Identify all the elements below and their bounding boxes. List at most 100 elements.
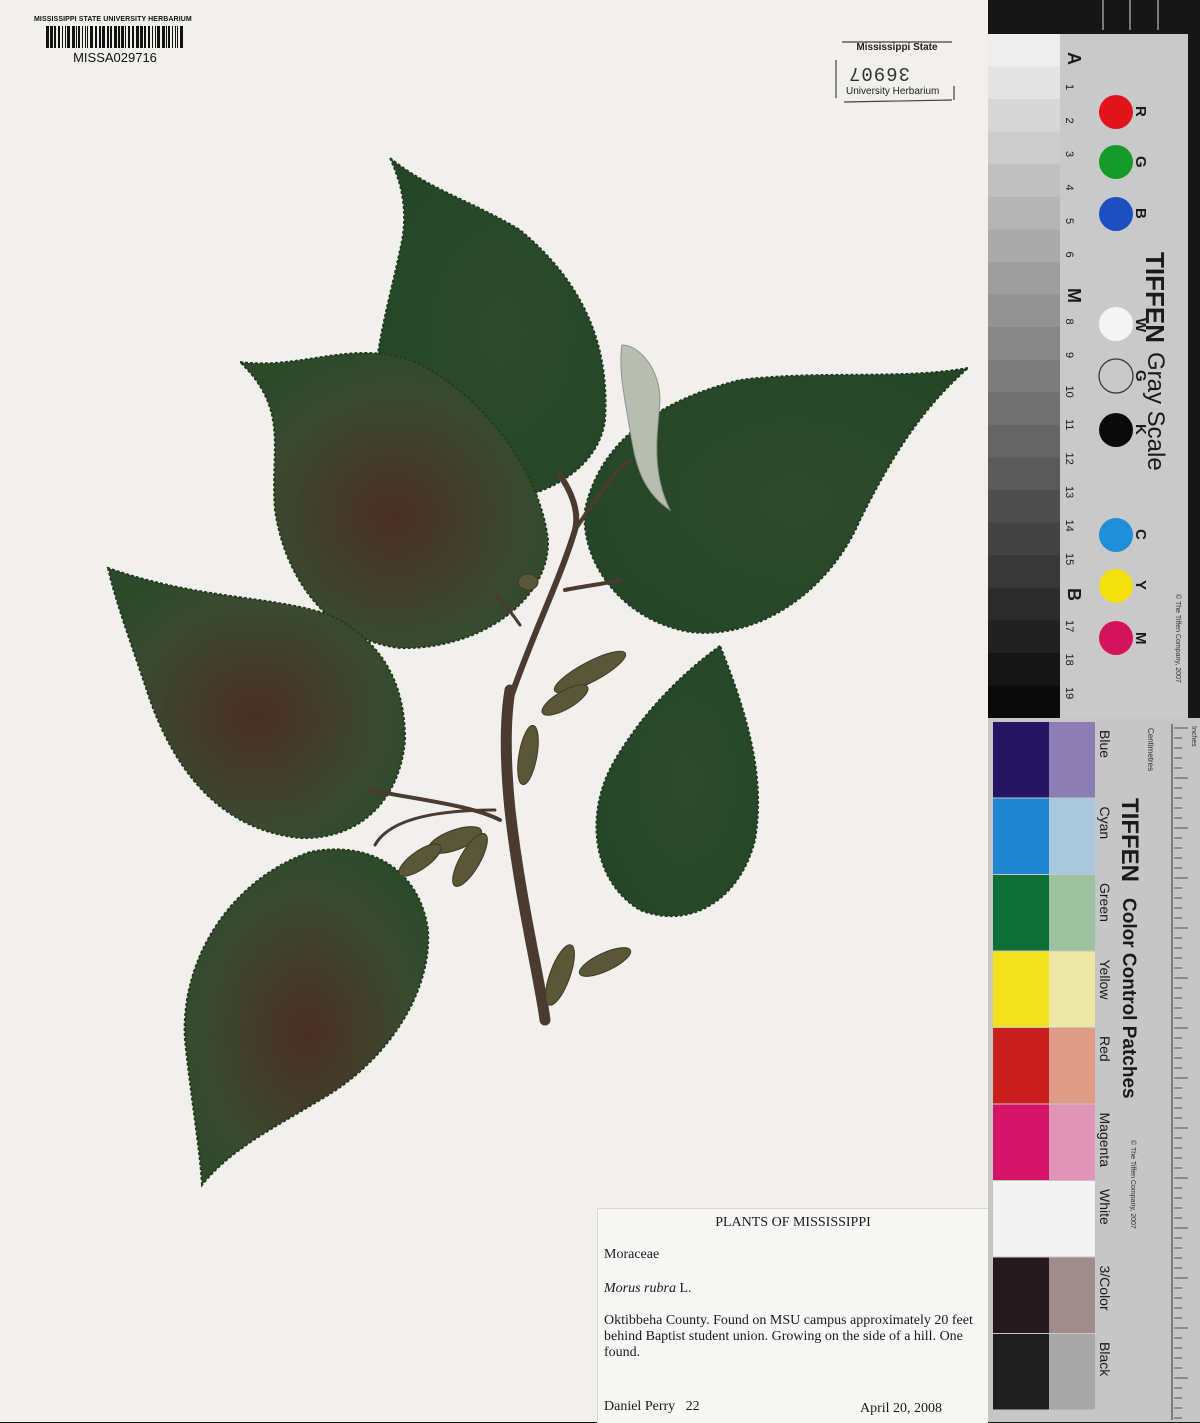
color-patch-tint <box>1049 1104 1095 1180</box>
color-patch-name: Green <box>1097 883 1113 922</box>
gray-step <box>988 522 1060 556</box>
catkin <box>578 947 632 977</box>
barcode-bar <box>107 26 109 48</box>
barcode-bar <box>177 26 178 48</box>
color-patch-name: Magenta <box>1097 1113 1113 1168</box>
color-dot <box>1099 307 1133 341</box>
barcode-bar <box>85 26 86 48</box>
color-patches-brand: TIFFEN <box>1116 798 1143 882</box>
color-patches-copyright: © The Tiffen Company, 2007 <box>1129 1140 1137 1229</box>
barcode-bar <box>175 26 176 48</box>
color-patches-title: Color Control Patches <box>1118 898 1139 1099</box>
leaf-bottom-left <box>183 848 430 1188</box>
color-patch-name: Red <box>1097 1036 1113 1062</box>
gray-scale-steps <box>988 34 1060 719</box>
color-patch <box>993 1257 1049 1333</box>
color-patch <box>993 875 1049 951</box>
color-patch-tint <box>1049 875 1095 951</box>
gray-step <box>988 262 1060 296</box>
barcode-bar <box>152 26 153 48</box>
color-patch-name: Yellow <box>1097 960 1113 1001</box>
scale-number: 8 <box>1063 319 1075 325</box>
gray-step <box>988 327 1060 361</box>
barcode-bar <box>136 26 139 48</box>
stamp-herbarium: University Herbarium <box>846 86 940 97</box>
barcode-bar <box>132 26 134 48</box>
scale-number: 17 <box>1063 620 1075 632</box>
gray-step <box>988 620 1060 654</box>
barcode-bar <box>155 26 156 48</box>
scale-number: 6 <box>1063 252 1075 258</box>
scale-number: 1 <box>1063 84 1075 90</box>
color-patch-name: 3/Color <box>1097 1266 1113 1311</box>
catkin <box>545 944 575 1006</box>
barcode-bar <box>110 26 112 48</box>
dot-letter: Y <box>1132 580 1149 590</box>
label-date: April 20, 2008 <box>860 1401 943 1416</box>
color-dot <box>1099 413 1133 447</box>
color-patches-unit: Centimetres <box>1146 728 1155 771</box>
barcode-bar <box>72 26 75 48</box>
barcode-bar <box>82 26 83 48</box>
scale-letter: A <box>1064 52 1084 65</box>
dot-letter: G <box>1132 156 1149 168</box>
color-checker-strip: RGBWGKCYMAMB12345689101112131415171819 T… <box>988 0 1200 1422</box>
color-patch-name: White <box>1097 1189 1113 1225</box>
color-dot <box>1099 518 1133 552</box>
catkin <box>398 843 442 877</box>
collector-name: Daniel Perry <box>604 1399 676 1414</box>
barcode-bar <box>144 26 146 48</box>
gray-step <box>988 424 1060 458</box>
gray-step <box>988 652 1060 686</box>
gray-step <box>988 196 1060 230</box>
specimen-label: PLANTS OF MISSISSIPPI Moraceae Morus rub… <box>597 1208 988 1423</box>
catkin <box>517 724 539 786</box>
barcode-label: MISSISSIPPI STATE UNIVERSITY HERBARIUM M… <box>34 16 196 68</box>
color-patch <box>993 951 1049 1027</box>
barcode-bar <box>157 26 160 48</box>
scale-number: 4 <box>1063 185 1075 191</box>
scale-number: 12 <box>1063 453 1075 465</box>
barcode-bar <box>148 26 150 48</box>
gray-scale-brand: TIFFEN <box>1140 252 1170 343</box>
gray-step <box>988 229 1060 263</box>
dot-letter: C <box>1132 529 1149 540</box>
barcode-bar <box>118 26 120 48</box>
barcode-bar <box>87 26 88 48</box>
color-patch <box>993 1181 1049 1257</box>
color-dot <box>1099 621 1133 655</box>
barcode-bar <box>67 26 70 48</box>
gray-step <box>988 131 1060 165</box>
dot-letter: M <box>1132 632 1149 645</box>
gray-step <box>988 34 1060 68</box>
color-dot <box>1099 197 1133 231</box>
label-locality: Oktibbeha County. Found on MSU campus ap… <box>604 1313 973 1360</box>
stamp-institution: Mississippi State <box>856 42 938 53</box>
scale-number: 15 <box>1063 553 1075 565</box>
barcode-bar <box>121 26 124 48</box>
barcode-bar <box>54 26 56 48</box>
color-dot <box>1099 569 1133 603</box>
gray-step <box>988 164 1060 198</box>
leaf-lower-right <box>595 644 760 918</box>
herbarium-stamp: Mississippi State 36907 University Herba… <box>834 40 956 104</box>
barcode-bar <box>180 26 183 48</box>
color-patch-name: Black <box>1097 1342 1113 1377</box>
color-patch-tint <box>1049 1257 1095 1333</box>
label-title: PLANTS OF MISSISSIPPI <box>715 1215 871 1230</box>
color-patch <box>993 1334 1049 1410</box>
gray-step <box>988 294 1060 328</box>
barcode-bar <box>140 26 143 48</box>
color-patches-inches: Inches <box>1190 726 1197 747</box>
stamp-accession-number: 36907 <box>848 62 911 84</box>
gray-step <box>988 587 1060 621</box>
barcode-bar <box>102 26 105 48</box>
color-patch <box>993 1104 1049 1180</box>
label-collector: Daniel Perry 22 <box>604 1399 700 1415</box>
color-patch-tint <box>1049 798 1095 874</box>
barcode-bar <box>46 26 49 48</box>
barcode-image <box>46 26 183 48</box>
scale-number: 18 <box>1063 654 1075 666</box>
barcode-bar <box>99 26 101 48</box>
gray-step <box>988 490 1060 524</box>
